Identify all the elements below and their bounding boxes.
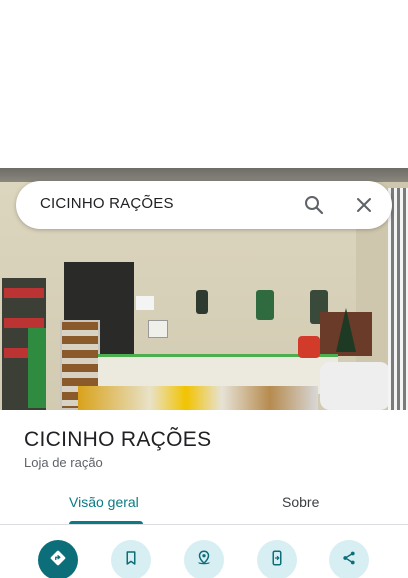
tab-about[interactable]: Sobre [282, 494, 319, 510]
nearby-button[interactable] [184, 540, 224, 578]
send-to-phone-icon [268, 549, 286, 572]
place-category: Loja de ração [24, 455, 103, 470]
photo-hanging-bag [256, 290, 274, 320]
photo-christmas-tree [336, 308, 356, 352]
top-blank-area [0, 0, 408, 168]
nearby-icon [195, 549, 213, 572]
send-to-phone-button[interactable] [257, 540, 297, 578]
tab-divider [0, 524, 408, 525]
photo-window-bars [388, 188, 408, 410]
photo-hanging-bag [196, 290, 208, 314]
share-icon [340, 549, 358, 572]
directions-button[interactable] [38, 540, 78, 578]
close-icon[interactable] [352, 193, 376, 217]
search-query[interactable]: CICINHO RAÇÕES [40, 195, 174, 212]
search-bar[interactable]: CICINHO RAÇÕES [16, 181, 392, 229]
photo-poster [136, 296, 154, 310]
place-title: CICINHO RAÇÕES [24, 428, 212, 451]
photo-ceiling [0, 168, 408, 182]
directions-icon [49, 549, 67, 572]
search-icon[interactable] [302, 193, 326, 217]
photo-red-jug [298, 336, 320, 358]
photo-left-shelf [2, 278, 46, 410]
share-button[interactable] [329, 540, 369, 578]
photo-feed-sacks [320, 362, 390, 410]
save-button[interactable] [111, 540, 151, 578]
tab-overview[interactable]: Visão geral [69, 494, 139, 510]
photo-sign [148, 320, 168, 338]
bookmark-icon [122, 549, 140, 572]
photo-floor-goods [78, 386, 318, 410]
